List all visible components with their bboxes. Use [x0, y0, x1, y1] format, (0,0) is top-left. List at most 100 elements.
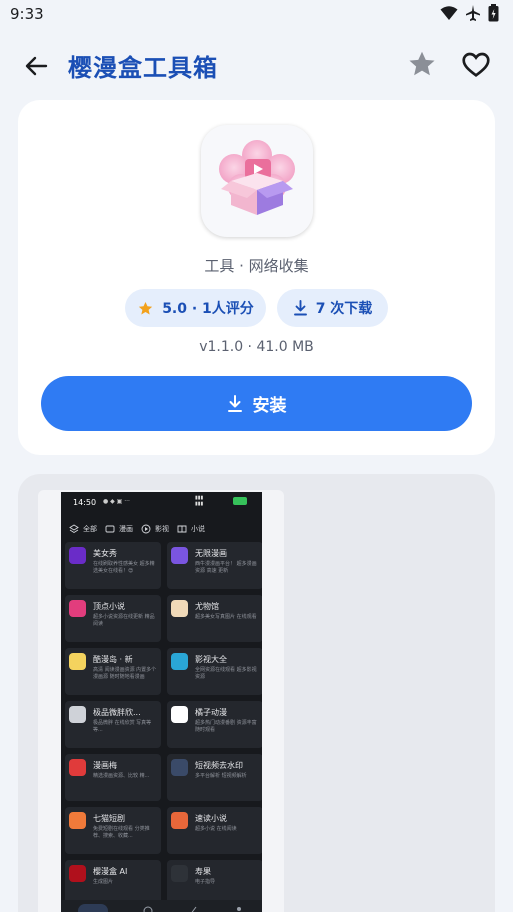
battery-icon — [488, 4, 499, 22]
screenshots-card: 14:50 ● ◆ ▣ ··· ▮▮▮▮▮▮ 全部 漫画 影视 小说 美女秀 — [18, 474, 495, 912]
screenshot-app-name: 影视大全 — [195, 655, 227, 664]
screenshot-app-name: 无限漫画 — [195, 549, 227, 558]
screenshot-app-name: 橘子动漫 — [195, 708, 227, 717]
screenshot-tab: 全部 — [69, 524, 97, 534]
screenshot-app-icon — [69, 759, 86, 776]
status-time: 9:33 — [10, 5, 44, 23]
status-icons — [440, 4, 499, 22]
screenshot-tab: 漫画 — [105, 524, 133, 534]
screenshot-app-card: 顶点小说超多小说资源在线更新 精品阅读 — [65, 595, 161, 642]
screenshot-app-card: 影视大全全网资源在线观看 超多影视资源 — [167, 648, 262, 695]
app-category: 工具 · 网络收集 — [204, 257, 309, 275]
screenshot-app-desc: 超多小说资源在线更新 精品阅读 — [93, 614, 155, 627]
airplane-icon — [466, 5, 480, 21]
screenshot-app-name: 寿果 — [195, 867, 211, 876]
downloads-chip[interactable]: 7 次下载 — [277, 289, 388, 327]
screenshot-app-icon — [69, 706, 86, 723]
screenshot-app-desc: 全网资源在线观看 超多影视资源 — [195, 667, 257, 680]
screenshot-app-name: 短视频去水印 — [195, 761, 243, 770]
download-icon — [293, 300, 307, 316]
app-screenshot[interactable]: 14:50 ● ◆ ▣ ··· ▮▮▮▮▮▮ 全部 漫画 影视 小说 美女秀 — [61, 492, 262, 912]
arrow-left-icon — [25, 56, 48, 76]
book-icon — [177, 525, 187, 533]
screenshot-app-desc: 在线刷取养性感美女 超多精选美女在线看！😍 — [93, 561, 155, 574]
screenshot-app-name: 七猫短剧 — [93, 814, 125, 823]
screenshot-app-icon — [69, 653, 86, 670]
app-info-card: 工具 · 网络收集 5.0 · 1人评分 7 次下载 v1.1.0 · 41.0… — [18, 100, 495, 455]
screenshot-app-name: 美女秀 — [93, 549, 117, 558]
screenshot-app-icon — [69, 600, 86, 617]
screenshot-network-icon: ▮▮▮ ▮▮▮ — [195, 495, 204, 507]
screenshot-app-card: 七猫短剧免费短剧在线观看 分类推荐、搜索、收藏... — [65, 807, 161, 854]
page-title: 樱漫盒工具箱 — [68, 54, 218, 82]
screenshot-app-name: 顶点小说 — [93, 602, 125, 611]
screenshot-bottom-nav — [61, 900, 262, 912]
screenshot-app-grid: 美女秀 在线刷取养性感美女 超多精选美女在线看！😍 无限漫画 西牛漫漫画平台！ 超多漫… — [65, 542, 262, 907]
screenshot-time: 14:50 — [73, 498, 97, 507]
screenshot-app-card: 尤物馆超多美女写真图片 在线观看 — [167, 595, 262, 642]
install-button[interactable]: 安装 — [41, 376, 472, 431]
screenshot-battery-icon — [233, 497, 247, 505]
screenshot-nav-tool-icon — [192, 906, 197, 912]
screenshot-app-desc: 免费短剧在线观看 分类推荐、搜索、收藏... — [93, 826, 150, 839]
screenshot-app-desc: 超多美女写真图片 在线观看 — [195, 614, 257, 620]
layers-icon — [69, 524, 79, 534]
screenshot-app-name: 极品微胖欣... — [93, 708, 141, 717]
screenshot-app-card: 酷漫岛 · 新高清 阅读漫画资源 内置多个漫画源 随时随地看漫画 — [65, 648, 161, 695]
screenshot-app-icon — [171, 653, 188, 670]
screenshot-app-card: 极品微胖欣... 极品微胖 在线欣赏 写真等等... — [65, 701, 161, 748]
screenshot-app-name: 速读小说 — [195, 814, 227, 823]
screenshot-app-desc: 极品微胖 在线欣赏 写真等等... — [93, 720, 152, 733]
screenshot-app-desc: 高清 阅读漫画资源 内置多个漫画源 随时随地看漫画 — [93, 667, 157, 680]
app-icon — [201, 125, 313, 237]
screenshot-tab: 小说 — [177, 524, 205, 534]
screenshot-app-name: 樱漫盒 AI — [93, 867, 128, 876]
screenshot-app-icon — [171, 706, 188, 723]
download-icon — [227, 394, 242, 412]
screenshot-app-card: 漫画梅 精选漫画资源、比较 精... — [65, 754, 161, 801]
screenshot-status-bar: 14:50 ● ◆ ▣ ··· ▮▮▮ ▮▮▮ — [61, 492, 262, 514]
gift-box-logo-icon — [219, 140, 295, 215]
screenshot-nav-profile-icon — [237, 907, 242, 911]
screenshot-app-name: 尤物馆 — [195, 602, 219, 611]
screenshot-app-icon — [171, 547, 188, 564]
screenshot-nav-home-icon — [77, 904, 108, 912]
screenshot-app-icon — [171, 812, 188, 829]
screenshot-app-icon — [69, 547, 86, 564]
install-label: 安装 — [252, 396, 287, 416]
screenshot-app-icon — [69, 865, 86, 882]
downloads-text: 7 次下载 — [315, 301, 373, 317]
image-icon — [105, 525, 115, 533]
screenshot-app-desc: 电子指导 — [195, 879, 216, 885]
screenshot-app-desc: 西牛漫漫画平台！ 超多漫画资源 高速 更新 — [195, 561, 257, 574]
screenshot-app-desc: 生成图片 — [93, 879, 114, 885]
back-button[interactable] — [20, 50, 52, 82]
screenshot-notification-icons: ● ◆ ▣ ··· — [103, 498, 130, 505]
screenshot-tabs: 全部 漫画 影视 小说 — [61, 518, 262, 540]
screenshot-app-card: 橘子动漫 超多热门动漫番剧 资源丰富 随时观看 — [167, 701, 262, 748]
screenshot-app-icon — [171, 600, 188, 617]
screenshot-app-card: 美女秀在线刷取养性感美女 超多精选美女在线看！😍 — [65, 542, 161, 589]
play-icon — [141, 524, 151, 534]
heart-icon — [462, 52, 490, 78]
screenshot-app-desc: 精选漫画资源、比较 精... — [93, 773, 150, 779]
status-bar: 9:33 — [0, 0, 513, 30]
screenshot-app-icon — [171, 865, 188, 882]
screenshot-app-icon — [171, 759, 188, 776]
favorite-star-button[interactable] — [406, 48, 438, 80]
screenshot-app-card: 短视频去水印 多平台解析 短视频解析 — [167, 754, 262, 801]
screenshot-app-card: 速读小说超多小说 在线阅读 — [167, 807, 262, 854]
star-icon — [409, 51, 435, 76]
screenshot-app-card: 无限漫画西牛漫漫画平台！ 超多漫画资源 高速 更新 — [167, 542, 262, 589]
rating-chip[interactable]: 5.0 · 1人评分 — [125, 289, 266, 327]
screenshot-nav-compass-icon — [143, 906, 153, 912]
rating-text: 5.0 · 1人评分 — [162, 301, 254, 317]
app-version-size: v1.1.0 · 41.0 MB — [199, 339, 314, 355]
screenshot-app-desc: 超多小说 在线阅读 — [195, 826, 237, 832]
screenshot-app-name: 酷漫岛 · 新 — [93, 655, 133, 664]
like-heart-button[interactable] — [460, 48, 492, 80]
app-bar: 樱漫盒工具箱 — [0, 36, 513, 92]
screenshot-tab: 影视 — [141, 524, 169, 534]
star-icon — [139, 301, 153, 314]
screenshot-app-desc: 多平台解析 短视频解析 — [195, 773, 247, 779]
